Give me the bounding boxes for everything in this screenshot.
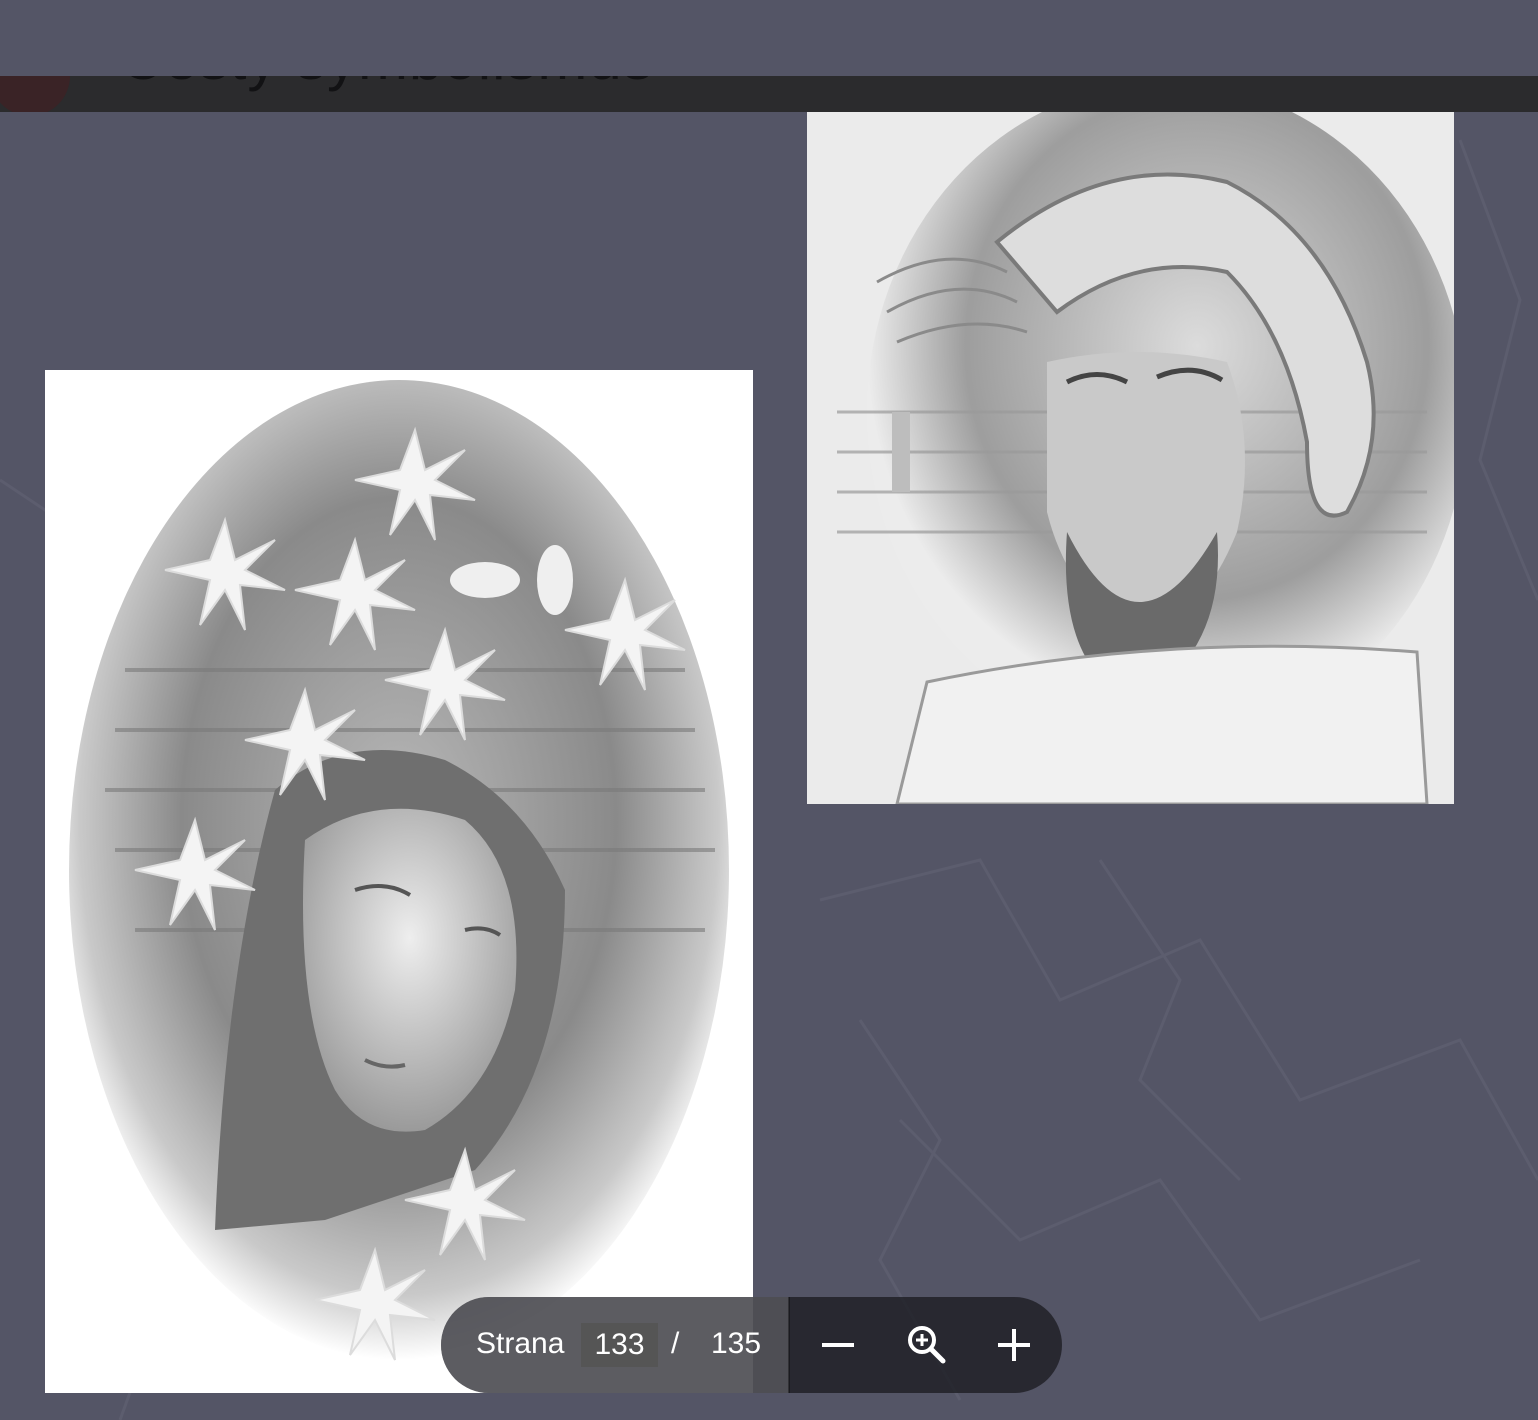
zoom-out-button[interactable] bbox=[814, 1321, 862, 1369]
zoom-in-button[interactable] bbox=[990, 1321, 1038, 1369]
page-label: Strana bbox=[476, 1327, 565, 1360]
slide-title: Cesty symbolismus bbox=[120, 76, 654, 93]
christ-image bbox=[807, 112, 1454, 804]
page-separator: / bbox=[671, 1327, 680, 1360]
madonna-image bbox=[45, 370, 753, 1393]
top-bar bbox=[0, 0, 1538, 76]
brand-logo bbox=[0, 76, 70, 112]
total-pages: 135 bbox=[711, 1327, 762, 1360]
pdf-toolbar: Strana / 135 bbox=[441, 1297, 1062, 1393]
slide-title-strip: Cesty symbolismus bbox=[0, 76, 1538, 112]
zoom-fit-button[interactable] bbox=[902, 1321, 950, 1369]
minus-icon bbox=[822, 1343, 854, 1347]
plus-icon bbox=[998, 1329, 1030, 1361]
page-number-input[interactable] bbox=[581, 1323, 658, 1367]
magnifier-plus-icon bbox=[908, 1326, 946, 1364]
toolbar-divider bbox=[788, 1297, 790, 1393]
